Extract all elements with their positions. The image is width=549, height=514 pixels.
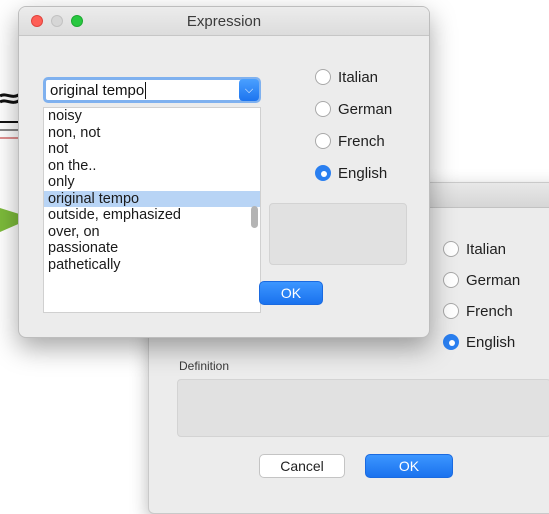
radio-button-checked-icon[interactable] (443, 334, 459, 350)
list-item[interactable]: only (44, 174, 260, 191)
bg-radio-french[interactable]: French (443, 301, 520, 321)
background-language-group: Italian German French English (443, 239, 520, 363)
radio-label: English (338, 164, 388, 182)
list-item[interactable]: non, not (44, 125, 260, 142)
radio-button-icon[interactable] (315, 69, 331, 85)
expression-dialog: Expression original tempo ⌵ noisy non, n… (18, 6, 430, 338)
list-item[interactable]: pathetically (44, 257, 260, 274)
radio-button-icon[interactable] (315, 133, 331, 149)
radio-german[interactable]: German (315, 99, 392, 119)
radio-button-icon[interactable] (315, 101, 331, 117)
radio-label: Italian (466, 240, 507, 258)
definition-box (269, 203, 407, 265)
cancel-button[interactable]: Cancel (259, 454, 345, 478)
radio-label: Italian (338, 68, 379, 86)
bg-radio-german[interactable]: German (443, 270, 520, 290)
ok-button[interactable]: OK (259, 281, 323, 305)
list-item[interactable]: outside, emphasized (44, 207, 260, 224)
list-item[interactable]: on the.. (44, 158, 260, 175)
radio-button-icon[interactable] (443, 241, 459, 257)
list-item-selected[interactable]: original tempo (44, 190, 260, 207)
radio-label: English (466, 333, 516, 351)
radio-italian[interactable]: Italian (315, 67, 392, 87)
dialog-title: Expression (186, 13, 262, 30)
bg-ok-button[interactable]: OK (365, 454, 453, 478)
radio-label: German (338, 100, 393, 118)
chevron-down-icon[interactable]: ⌵ (239, 79, 259, 101)
expression-combobox[interactable]: original tempo ⌵ (43, 77, 261, 103)
list-item[interactable]: not (44, 141, 260, 158)
titlebar: Expression (19, 7, 429, 36)
radio-french[interactable]: French (315, 131, 392, 151)
list-scrollbar-thumb[interactable] (251, 206, 258, 228)
definition-box (177, 379, 549, 437)
combobox-value[interactable]: original tempo (50, 82, 147, 99)
expression-dropdown-list[interactable]: noisy non, not not on the.. only origina… (43, 107, 261, 313)
radio-button-icon[interactable] (443, 272, 459, 288)
list-item[interactable]: noisy (44, 108, 260, 125)
list-item[interactable]: over, on (44, 224, 260, 241)
bg-radio-italian[interactable]: Italian (443, 239, 520, 259)
language-radio-group: Italian German French English (315, 67, 392, 195)
bg-radio-english[interactable]: English (443, 332, 520, 352)
radio-label: French (466, 302, 513, 320)
list-item[interactable]: passionate (44, 240, 260, 257)
definition-label: Definition (179, 359, 230, 373)
radio-english[interactable]: English (315, 163, 392, 183)
radio-label: French (338, 132, 385, 150)
radio-label: German (466, 271, 521, 289)
radio-button-icon[interactable] (443, 303, 459, 319)
radio-button-checked-icon[interactable] (315, 165, 331, 181)
